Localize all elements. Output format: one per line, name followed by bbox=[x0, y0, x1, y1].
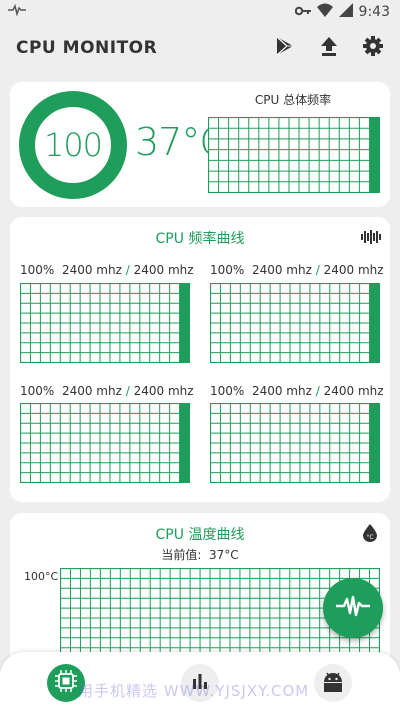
overall-frequency-title: CPU 总体频率 bbox=[254, 93, 332, 107]
core-1-graph bbox=[20, 283, 190, 363]
temperature-current-line: 当前值: 37°C bbox=[161, 548, 239, 562]
temperature-y-max-label: 100°C bbox=[24, 570, 59, 583]
overall-frequency-graph bbox=[208, 117, 380, 193]
current-temperature: 37°C bbox=[209, 548, 239, 562]
grid-svg bbox=[210, 283, 380, 363]
upload-button[interactable] bbox=[318, 37, 340, 59]
core-3-current: 2400 mhz bbox=[61, 384, 122, 398]
temperature-drop-icon: °C bbox=[363, 524, 377, 546]
app-bar: CPU MONITOR bbox=[0, 24, 400, 72]
core-2-label: 100% 2400 mhz / 2400 mhz bbox=[210, 263, 384, 277]
pulse-notification-icon bbox=[8, 3, 26, 20]
core-2-graph bbox=[210, 283, 380, 363]
core-4-label: 100% 2400 mhz / 2400 mhz bbox=[210, 384, 384, 398]
grid-svg bbox=[208, 117, 380, 193]
watermark: 用手机精选 WWW.YJSJXY.COM bbox=[78, 682, 310, 700]
status-bar: 9:43 bbox=[0, 0, 400, 24]
core-3-max: 2400 mhz bbox=[133, 384, 194, 398]
core-2-max: 2400 mhz bbox=[323, 263, 384, 277]
wifi-icon bbox=[316, 3, 333, 21]
usage-value: 100 bbox=[43, 126, 103, 164]
frequency-card: CPU 频率曲线 100% 2400 mhz / 2400 mhz 100% 2… bbox=[10, 217, 390, 502]
usage-level-bar bbox=[180, 283, 190, 363]
cpu-chip-icon bbox=[55, 670, 77, 696]
usage-ring: 100 bbox=[18, 90, 128, 200]
core-4-current: 2400 mhz bbox=[251, 384, 312, 398]
waveform-icon bbox=[361, 229, 381, 248]
frequency-section-title: CPU 频率曲线 bbox=[155, 231, 245, 247]
core-2-usage: 100% bbox=[210, 263, 245, 277]
key-icon bbox=[294, 4, 311, 20]
monitor-fab-button[interactable] bbox=[323, 578, 383, 638]
signal-icon bbox=[338, 3, 353, 21]
core-4-graph bbox=[210, 403, 380, 483]
core-2-current: 2400 mhz bbox=[251, 263, 312, 277]
usage-level-bar bbox=[370, 403, 380, 483]
play-store-icon bbox=[276, 36, 294, 60]
grid-svg bbox=[20, 283, 190, 363]
svg-text:°C: °C bbox=[366, 534, 373, 541]
heartbeat-icon bbox=[336, 595, 370, 621]
overview-card: 100 37°C CPU 总体频率 bbox=[10, 82, 390, 207]
grid-svg bbox=[210, 403, 380, 483]
temperature-section-title: CPU 温度曲线 bbox=[155, 527, 245, 543]
current-label: 当前值 bbox=[161, 548, 198, 562]
core-1-current: 2400 mhz bbox=[61, 263, 122, 277]
core-4-max: 2400 mhz bbox=[323, 384, 384, 398]
core-3-usage: 100% bbox=[20, 384, 55, 398]
nav-device-button[interactable] bbox=[314, 664, 352, 702]
core-4-usage: 100% bbox=[210, 384, 245, 398]
app-title: CPU MONITOR bbox=[16, 38, 158, 58]
usage-level-bar bbox=[370, 283, 380, 363]
gear-icon bbox=[363, 36, 383, 60]
core-1-max: 2400 mhz bbox=[133, 263, 194, 277]
play-store-button[interactable] bbox=[274, 36, 296, 60]
settings-button[interactable] bbox=[362, 36, 384, 60]
core-3-label: 100% 2400 mhz / 2400 mhz bbox=[20, 384, 194, 398]
core-1-label: 100% 2400 mhz / 2400 mhz bbox=[20, 263, 194, 277]
core-1-usage: 100% bbox=[20, 263, 55, 277]
grid-svg bbox=[20, 403, 190, 483]
core-3-graph bbox=[20, 403, 190, 483]
usage-level-bar bbox=[370, 117, 380, 193]
android-icon bbox=[322, 670, 344, 696]
upload-icon bbox=[320, 36, 338, 60]
usage-level-bar bbox=[180, 403, 190, 483]
status-time: 9:43 bbox=[358, 4, 390, 20]
